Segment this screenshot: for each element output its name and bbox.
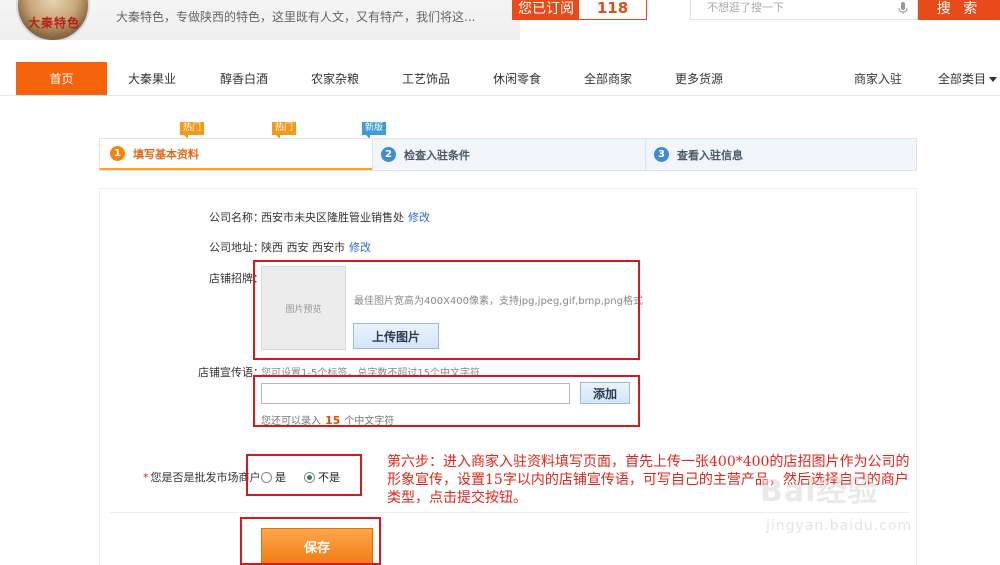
nav-item-liquor[interactable]: 醇香白酒 [220, 62, 268, 95]
company-address-text: 陕西 西安 西安市 [261, 241, 345, 254]
step-label: 查看入驻信息 [677, 148, 743, 162]
microphone-icon[interactable] [895, 0, 911, 16]
new-badge: 新版 [362, 122, 387, 139]
company-address-value: 陕西 西安 西安市 修改 [261, 239, 371, 255]
nav-all-categories-label: 全部类目 [938, 72, 987, 86]
site-slogan: 大秦特色，专做陕西的特色，这里既有人文，又有特产，我们将这... [116, 10, 476, 24]
step-1: 1 填写基本资料 [100, 139, 372, 170]
nav-item-snacks[interactable]: 休闲零食 [493, 62, 541, 95]
nav-item-more-goods[interactable]: 更多货源 [675, 62, 723, 95]
nav-item-all-merchants[interactable]: 全部商家 [584, 62, 632, 95]
baidu-jingyan-watermark: Bai经验 jingyan.baidu.com [760, 466, 990, 546]
company-address-label: 公司地址： [209, 241, 264, 254]
nav-item-label: 大秦果业 [128, 72, 177, 86]
nav-item-grains[interactable]: 农家杂粮 [311, 62, 359, 95]
main-nav: 首页 大秦果业 热门 醇香白酒 热门 农家杂粮 新版 工艺饰品 休闲零食 全部商… [0, 62, 1000, 139]
nav-item-fruit[interactable]: 大秦果业 [128, 62, 176, 95]
nav-item-crafts[interactable]: 工艺饰品 [402, 62, 450, 95]
nav-home[interactable]: 首页 [16, 62, 107, 95]
progress-steps: 1 填写基本资料 2 检查入驻条件 3 查看入驻信息 [99, 138, 917, 171]
step-number: 2 [381, 147, 396, 162]
watermark-url: jingyan.baidu.com [766, 518, 913, 534]
highlight-save-button [240, 517, 381, 565]
nav-all-categories[interactable]: 全部类目 [938, 62, 998, 95]
logo-text: 大秦特色 [27, 16, 80, 30]
step-label: 检查入驻条件 [404, 148, 470, 162]
nav-item-label: 醇香白酒 [220, 72, 269, 86]
required-mark: * [143, 471, 149, 484]
company-name-text: 西安市未央区隆胜管业销售处 [261, 211, 404, 224]
hot-badge: 热门 [272, 122, 297, 139]
step-label: 填写基本资料 [133, 147, 199, 161]
edit-company-address-link[interactable]: 修改 [349, 241, 371, 254]
search-button[interactable]: 搜 索 [918, 0, 1000, 20]
search-input[interactable] [691, 0, 891, 19]
nav-merchant-join[interactable]: 商家入驻 [854, 62, 902, 95]
company-name-value: 西安市未央区隆胜管业销售处 修改 [261, 209, 430, 225]
site-header: 大秦特色 大秦特色，专做陕西的特色，这里既有人文，又有特产，我们将这... 您已… [0, 0, 1000, 40]
watermark-brand: Bai经验 [760, 474, 879, 509]
highlight-wholesale-option [246, 454, 362, 496]
edit-company-name-link[interactable]: 修改 [408, 211, 430, 224]
company-name-label: 公司名称： [209, 211, 264, 224]
step-3: 3 查看入驻信息 [646, 139, 916, 170]
nav-item-label: 农家杂粮 [311, 72, 360, 86]
subscribe-count: 118 [579, 0, 646, 19]
search-box [690, 0, 918, 20]
step-2: 2 检查入驻条件 [373, 139, 645, 170]
highlight-shop-sign [253, 260, 640, 360]
step-number: 1 [110, 146, 125, 161]
subscribe-box[interactable]: 您已订阅 118 [512, 0, 647, 20]
highlight-shop-slogan [253, 375, 640, 427]
step-number: 3 [654, 147, 669, 162]
caret-down-icon [989, 77, 998, 82]
subscribe-label: 您已订阅 [513, 0, 579, 19]
hot-badge: 热门 [180, 122, 205, 139]
